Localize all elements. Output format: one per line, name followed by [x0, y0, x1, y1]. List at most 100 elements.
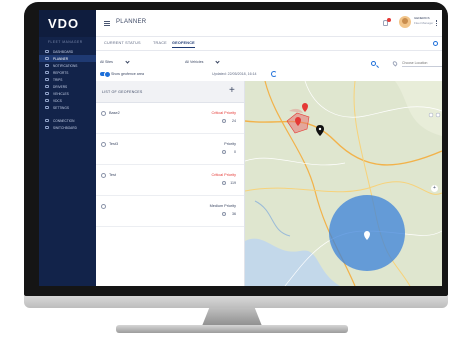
sidebar-item-drivers[interactable]: DRIVERS [39, 83, 96, 90]
sites-select[interactable]: All Sites [100, 60, 113, 64]
geofence-icon [101, 173, 106, 178]
search-icon[interactable] [371, 61, 376, 66]
avatar[interactable] [399, 16, 411, 28]
user-name: GENERICS [414, 16, 430, 20]
sidebar-item-label: VDCS [53, 98, 62, 103]
sidebar-item-reports[interactable]: REPORTS [39, 69, 96, 76]
sidebar-item-label: PLANNER [53, 56, 69, 61]
geofence-icon [101, 142, 106, 147]
top-bar: PLANNER GENERICS Fleet Manager [96, 10, 442, 37]
planner-icon [45, 57, 49, 60]
geofence-list-header: LIST OF GEOFENCES + [96, 81, 244, 103]
zoom-in-button[interactable]: + [431, 185, 438, 192]
geofence-name: Test [109, 173, 116, 177]
page-title: PLANNER [116, 19, 147, 25]
sidebar-item-notifications[interactable]: NOTIFICATIONS [39, 62, 96, 69]
list-item[interactable]: Base2 Critical Priority 24 [96, 103, 244, 134]
priority-label: Priority [224, 142, 236, 146]
tab-trace[interactable]: TRACE [153, 41, 167, 45]
sidebar-item-connection[interactable]: CONNECTION [39, 117, 96, 124]
route-icon [45, 78, 49, 81]
list-item[interactable]: Medium Priority 36 [96, 196, 244, 227]
sidebar-bottom-nav: CONNECTION SWITCHBOARD [39, 117, 96, 131]
bell-icon [45, 64, 49, 67]
vehicle-count: 24 [232, 119, 236, 123]
priority-label: Critical Priority [211, 173, 236, 177]
geofence-list-panel: LIST OF GEOFENCES + Base2 Critical Priori… [96, 81, 245, 286]
sidebar-item-label: TRIPS [53, 77, 63, 82]
geofence-icon [101, 111, 106, 116]
sidebar-item-settings[interactable]: SETTINGS [39, 104, 96, 111]
geofence-icon [101, 204, 106, 209]
vehicle-count: 36 [232, 212, 236, 216]
vehicle-count: 0 [234, 150, 236, 154]
sidebar-item-label: VEHICLES [53, 91, 69, 96]
sidebar-item-dashboard[interactable]: DASHBOARD [39, 48, 96, 55]
geofence-rows: Base2 Critical Priority 24 Test3 Priority 0 Te… [96, 103, 244, 227]
vehicle-count-icon [222, 119, 226, 123]
list-item[interactable]: Test Critical Priority 119 [96, 165, 244, 196]
sidebar-item-label: NOTIFICATIONS [53, 63, 78, 68]
driver-icon [45, 85, 49, 88]
filter-bar: All Sites All Vehicles Show geofence are… [96, 51, 442, 81]
tab-bar: CURRENT STATUS TRACE GEOFENCE [96, 37, 442, 51]
sidebar-item-planner[interactable]: PLANNER [39, 55, 96, 62]
geofence-name: Base2 [109, 111, 120, 115]
sidebar-nav: DASHBOARD PLANNER NOTIFICATIONS REPORTS TRIP… [39, 48, 96, 111]
add-geofence-button[interactable]: + [229, 86, 235, 96]
sidebar-item-label: DRIVERS [53, 84, 68, 89]
vehicle-marker-dot [318, 127, 322, 131]
vehicle-count: 119 [230, 181, 236, 185]
geofence-list-title: LIST OF GEOFENCES [102, 90, 143, 94]
geofence-area-toggle[interactable] [100, 71, 111, 78]
map-control-icon[interactable] [435, 112, 441, 118]
location-pin-icon [391, 60, 399, 67]
more-options-icon[interactable] [436, 20, 437, 26]
location-search-input[interactable] [402, 59, 442, 67]
tab-geofence[interactable]: GEOFENCE [172, 41, 195, 48]
truck-icon [45, 92, 49, 95]
vdo-logo[interactable]: VDO [48, 16, 79, 31]
map-control-icon[interactable] [428, 112, 434, 118]
app-screen: VDO FLEET MANAGER DASHBOARD PLANNER NOTIFI… [39, 10, 442, 286]
sidebar-item-trips[interactable]: TRIPS [39, 76, 96, 83]
chevron-down-icon[interactable] [215, 59, 220, 64]
monitor-mockup: VDO FLEET MANAGER DASHBOARD PLANNER NOTIFI… [0, 0, 451, 338]
settings-icon[interactable] [433, 41, 438, 46]
sidebar-item-switchboard[interactable]: SWITCHBOARD [39, 124, 96, 131]
logo-bar: VDO [39, 10, 96, 37]
card-icon [45, 99, 49, 102]
sidebar-item-label: CONNECTION [53, 118, 75, 123]
chevron-down-icon[interactable] [125, 59, 130, 64]
sidebar-item-label: DASHBOARD [53, 49, 74, 54]
vehicles-select[interactable]: All Vehicles [185, 60, 203, 64]
sidebar-item-label: SWITCHBOARD [53, 125, 77, 130]
gear-icon [45, 106, 49, 109]
sidebar-item-vdcs[interactable]: VDCS [39, 97, 96, 104]
priority-label: Critical Priority [211, 111, 236, 115]
sidebar: VDO FLEET MANAGER DASHBOARD PLANNER NOTIFI… [39, 10, 96, 286]
map-view[interactable]: + [245, 81, 442, 286]
user-role: Fleet Manager [414, 21, 434, 25]
geofence-name: Test3 [109, 142, 119, 146]
stand-neck [202, 308, 262, 326]
product-name: FLEET MANAGER [48, 40, 83, 44]
switchboard-icon [45, 126, 49, 129]
monitor-chin [24, 296, 448, 308]
vehicle-count-icon [222, 181, 226, 185]
list-item[interactable]: Test3 Priority 0 [96, 134, 244, 165]
hamburger-menu-icon[interactable] [104, 21, 110, 26]
tab-current-status[interactable]: CURRENT STATUS [104, 41, 141, 45]
vehicle-count-icon [222, 212, 226, 216]
last-updated: Updated: 22/05/2018, 16:14 [212, 72, 257, 76]
toggle-label: Show geofence area [111, 72, 144, 76]
refresh-icon[interactable] [271, 71, 277, 77]
report-icon [45, 71, 49, 74]
priority-label: Medium Priority [209, 204, 236, 208]
map-canvas[interactable] [245, 81, 442, 286]
sidebar-item-vehicles[interactable]: VEHICLES [39, 90, 96, 97]
dashboard-icon [45, 50, 49, 53]
connection-icon [45, 119, 49, 122]
monitor-stand [116, 308, 348, 333]
stand-base [116, 325, 348, 333]
